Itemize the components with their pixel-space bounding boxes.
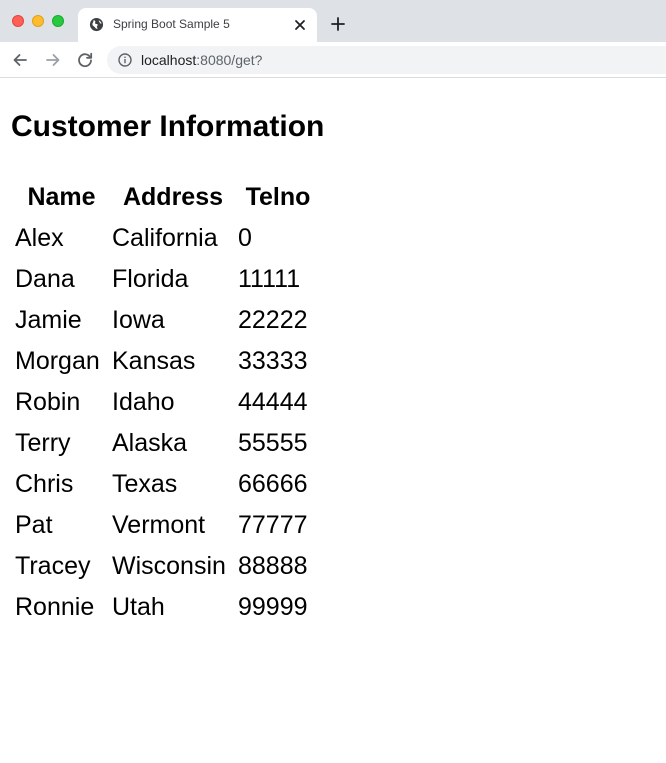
cell-address: Wisconsin (112, 552, 226, 580)
close-window-icon[interactable] (12, 15, 24, 27)
cell-telno: 0 (238, 224, 252, 252)
browser-tab[interactable]: Spring Boot Sample 5 (78, 8, 317, 42)
browser-toolbar: localhost:8080/get? (0, 42, 666, 78)
browser-window: Spring Boot Sample 5 localhost:8080/get?… (0, 0, 666, 763)
table-row: Morgan Kansas 33333 (14, 342, 319, 381)
cell-telno: 33333 (238, 347, 308, 375)
reload-icon[interactable] (76, 51, 94, 69)
cell-telno: 77777 (238, 511, 308, 539)
table-row: Chris Texas 66666 (14, 465, 319, 504)
cell-address: Vermont (112, 511, 206, 539)
cell-telno: 22222 (238, 306, 308, 334)
cell-address: Iowa (112, 306, 165, 334)
globe-icon (89, 17, 104, 32)
cell-telno: 55555 (238, 429, 308, 457)
cell-name: Pat (15, 511, 53, 539)
column-header-telno: Telno (245, 183, 311, 211)
table-row: Pat Vermont 77777 (14, 506, 319, 545)
info-icon[interactable] (118, 53, 132, 67)
table-header-row: Name Address Telno (14, 178, 319, 217)
minimize-window-icon[interactable] (32, 15, 44, 27)
tab-title: Spring Boot Sample 5 (113, 17, 230, 31)
close-icon[interactable] (292, 17, 308, 33)
table-row: Ronnie Utah 99999 (14, 588, 319, 627)
cell-name: Terry (15, 429, 71, 457)
cell-address: Utah (112, 593, 165, 621)
cell-telno: 99999 (238, 593, 308, 621)
cell-name: Ronnie (15, 593, 95, 621)
cell-address: Idaho (112, 388, 175, 416)
arrow-right-icon[interactable] (44, 51, 62, 69)
address-bar[interactable]: localhost:8080/get? (107, 46, 666, 74)
cell-name: Tracey (15, 552, 91, 580)
table-row: Robin Idaho 44444 (14, 383, 319, 422)
cell-name: Dana (15, 265, 75, 293)
cell-address: Kansas (112, 347, 196, 375)
cell-telno: 11111 (238, 265, 301, 293)
cell-name: Robin (15, 388, 81, 416)
cell-telno: 88888 (238, 552, 308, 580)
cell-address: Florida (112, 265, 189, 293)
url-text[interactable]: localhost:8080/get? (141, 52, 262, 68)
cell-telno: 44444 (238, 388, 308, 416)
zoom-window-icon[interactable] (52, 15, 64, 27)
cell-name: Morgan (15, 347, 100, 375)
cell-telno: 66666 (238, 470, 308, 498)
cell-address: Texas (112, 470, 178, 498)
page-title: Customer Information (11, 110, 325, 143)
url-host: localhost (141, 52, 197, 68)
table-row: Dana Florida 11111 (14, 260, 319, 299)
page-content: Customer Information Name Address Telno … (0, 79, 666, 763)
customer-table: Name Address Telno Alex California 0 Dan… (12, 176, 321, 629)
cell-name: Alex (15, 224, 64, 252)
table-row: Jamie Iowa 22222 (14, 301, 319, 340)
plus-icon[interactable] (330, 16, 346, 32)
table-row: Tracey Wisconsin 88888 (14, 547, 319, 586)
column-header-address: Address (122, 183, 224, 211)
cell-name: Chris (15, 470, 74, 498)
cell-name: Jamie (15, 306, 82, 334)
column-header-name: Name (27, 183, 96, 211)
url-path: :8080/get? (196, 52, 263, 68)
cell-address: Alaska (112, 429, 188, 457)
cell-address: California (112, 224, 218, 252)
table-row: Alex California 0 (14, 219, 319, 258)
tab-strip: Spring Boot Sample 5 (0, 0, 666, 42)
table-row: Terry Alaska 55555 (14, 424, 319, 463)
arrow-left-icon[interactable] (11, 51, 29, 69)
